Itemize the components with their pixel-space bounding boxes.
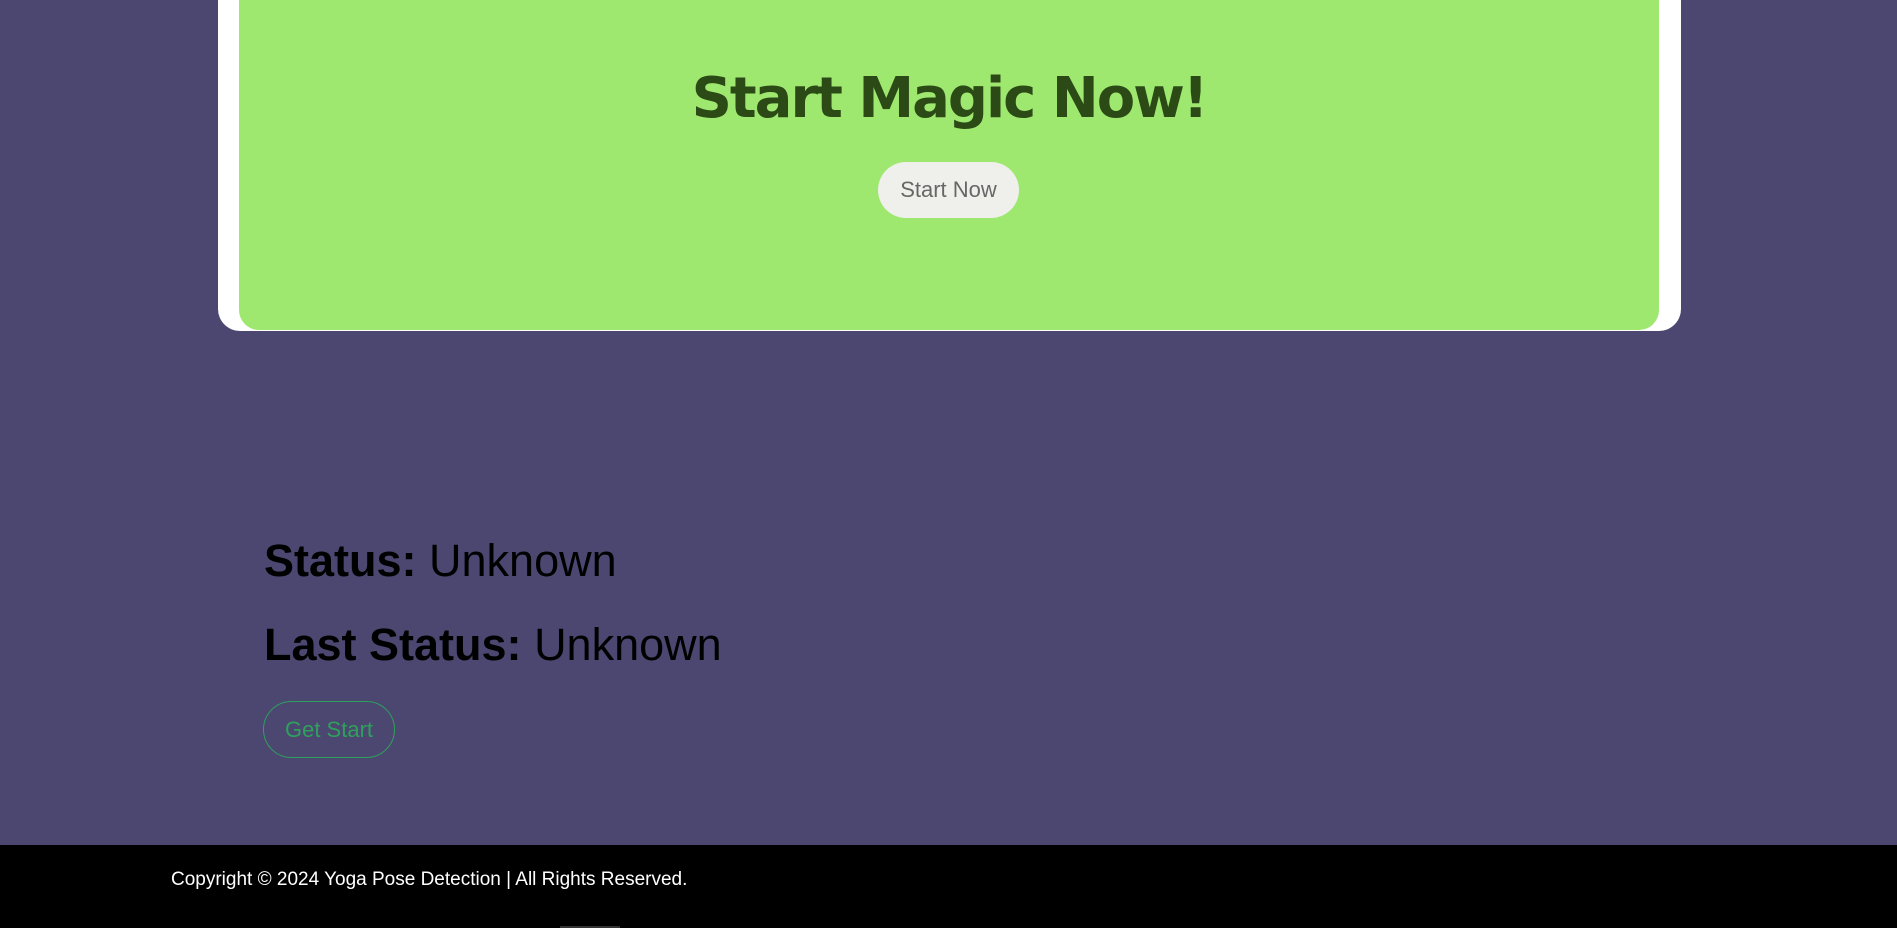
status-value: Unknown [429, 535, 617, 586]
hero-frame: Start Magic Now! Start Now [218, 0, 1681, 331]
hero-title: Start Magic Now! [691, 66, 1209, 131]
get-start-button[interactable]: Get Start [263, 701, 395, 758]
last-status-label: Last Status: [264, 619, 522, 670]
last-status-line: Last Status: Unknown [264, 619, 722, 671]
status-section: Status: Unknown Last Status: Unknown [264, 535, 722, 671]
status-label: Status: [264, 535, 417, 586]
start-now-button[interactable]: Start Now [878, 162, 1019, 218]
status-line: Status: Unknown [264, 535, 722, 587]
footer: Copyright © 2024 Yoga Pose Detection | A… [0, 845, 1897, 928]
footer-copyright: Copyright © 2024 Yoga Pose Detection | A… [171, 869, 688, 890]
hero-card: Start Magic Now! Start Now [239, 0, 1659, 330]
last-status-value: Unknown [534, 619, 722, 670]
